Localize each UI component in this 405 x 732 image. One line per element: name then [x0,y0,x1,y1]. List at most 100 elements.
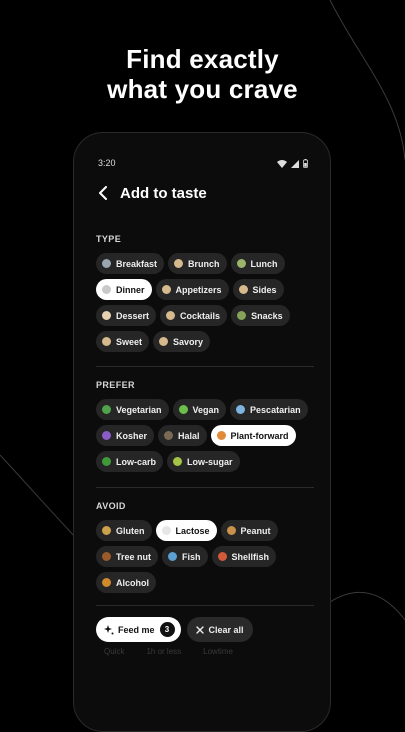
chip-label: Savory [173,336,204,347]
chip-label: Dessert [116,310,150,321]
chip-label: Low-carb [116,456,157,467]
sparkle-icon [104,624,114,634]
bottom-action-bar: Feed me 3 Clear all [96,617,253,642]
chip-alcohol[interactable]: Alcohol [96,572,156,593]
chip-sweet[interactable]: Sweet [96,331,150,352]
section-type: TYPE Breakfast Brunch Lunch Dinner Appetizer… [96,234,316,352]
chip-label: Plant-forward [230,430,289,441]
food-emoji-icon [166,311,176,320]
chip-low-carb[interactable]: Low-carb [96,451,164,472]
food-emoji-icon [226,526,236,535]
food-emoji-icon [178,405,188,414]
chip-appetizers[interactable]: Appetizers [155,279,229,300]
food-emoji-icon [173,457,183,466]
chip-group-prefer: Vegetarian Vegan Pescatarian Kosher Halal Pla… [96,399,316,472]
chip-label: Tree nut [116,551,152,562]
obscured-chip: 1h or less [146,647,182,656]
food-emoji-icon [164,431,174,440]
chip-kosher[interactable]: Kosher [96,425,155,446]
wifi-icon [277,159,287,168]
chip-savory[interactable]: Savory [153,331,211,352]
chip-shellfish[interactable]: Shellfish [211,546,277,567]
obscured-chip: Quick [104,647,125,656]
chip-brunch[interactable]: Brunch [168,253,227,274]
food-emoji-icon [216,431,226,440]
chip-label: Breakfast [116,258,158,269]
battery-icon [303,159,308,168]
clear-all-button[interactable]: Clear all [186,617,253,642]
chip-label: Cocktails [180,310,221,321]
chip-label: Lunch [250,258,278,269]
close-icon [195,625,204,634]
food-emoji-icon [159,337,169,346]
chip-label: Brunch [188,258,220,269]
status-bar: 3:20 [98,158,308,172]
chip-pescatarian[interactable]: Pescatarian [230,399,308,420]
food-emoji-icon [102,457,111,466]
section-label: PREFER [96,380,135,390]
chip-label: Sweet [116,336,143,347]
food-emoji-icon [102,578,111,587]
food-emoji-icon [102,405,111,414]
chip-vegan[interactable]: Vegan [172,399,227,420]
chip-dinner[interactable]: Dinner [96,279,152,300]
chip-label: Lactose [175,525,210,536]
chip-sides[interactable]: Sides [232,279,284,300]
chip-label: Vegan [192,404,220,415]
chip-label: Gluten [116,525,145,536]
headline-line-2: what you crave [107,74,298,104]
food-emoji-icon [168,552,178,561]
food-emoji-icon [102,259,111,268]
chip-tree-nut[interactable]: Tree nut [96,546,159,567]
headline: Find exactly what you crave [0,44,405,104]
chip-label: Halal [178,430,200,441]
food-emoji-icon [102,285,111,294]
food-emoji-icon [174,259,184,268]
chip-lunch[interactable]: Lunch [230,253,285,274]
section-avoid: AVOID Gluten Lactose Peanut Tree nut Fish She… [96,501,316,593]
chip-low-sugar[interactable]: Low-sugar [167,451,240,472]
chip-label: Kosher [116,430,148,441]
food-emoji-icon [238,285,248,294]
food-emoji-icon [161,526,171,535]
food-emoji-icon [102,552,111,561]
food-emoji-icon [102,526,111,535]
chip-plant-forward[interactable]: Plant-forward [210,425,296,446]
chip-label: Snacks [251,310,283,321]
obscured-row: Quick 1h or less Lowtime [104,647,233,656]
chip-halal[interactable]: Halal [158,425,207,446]
feed-me-label: Feed me [118,624,155,635]
chip-label: Pescatarian [250,404,301,415]
food-emoji-icon [236,405,246,414]
chip-breakfast[interactable]: Breakfast [96,253,165,274]
section-divider [96,605,314,606]
chevron-left-icon[interactable] [96,186,110,200]
section-prefer: PREFER Vegetarian Vegan Pescatarian Kosher H… [96,380,316,472]
chip-label: Appetizers [175,284,222,295]
chip-label: Vegetarian [116,404,162,415]
chip-fish[interactable]: Fish [162,546,208,567]
chip-label: Sides [252,284,277,295]
chip-cocktails[interactable]: Cocktails [160,305,228,326]
chip-label: Low-sugar [187,456,233,467]
chip-label: Dinner [116,284,145,295]
chip-label: Alcohol [116,577,149,588]
phone-frame: 3:20 Add to taste TYPE Breakfast Brunch Lu… [73,132,331,732]
food-emoji-icon [102,311,111,320]
page-title: Add to taste [120,184,207,202]
chip-vegetarian[interactable]: Vegetarian [96,399,169,420]
chip-group-avoid: Gluten Lactose Peanut Tree nut Fish Shellfish… [96,520,316,593]
chip-lactose[interactable]: Lactose [155,520,217,541]
chip-group-type: Breakfast Brunch Lunch Dinner Appetizers Side… [96,253,316,352]
section-label: AVOID [96,501,126,511]
chip-gluten[interactable]: Gluten [96,520,152,541]
chip-snacks[interactable]: Snacks [231,305,290,326]
food-emoji-icon [236,259,246,268]
feed-me-button[interactable]: Feed me 3 [96,617,181,642]
chip-peanut[interactable]: Peanut [220,520,278,541]
app-bar: Add to taste [96,183,207,203]
section-label: TYPE [96,234,122,244]
headline-line-1: Find exactly [126,44,279,74]
chip-dessert[interactable]: Dessert [96,305,157,326]
status-time: 3:20 [98,158,116,168]
